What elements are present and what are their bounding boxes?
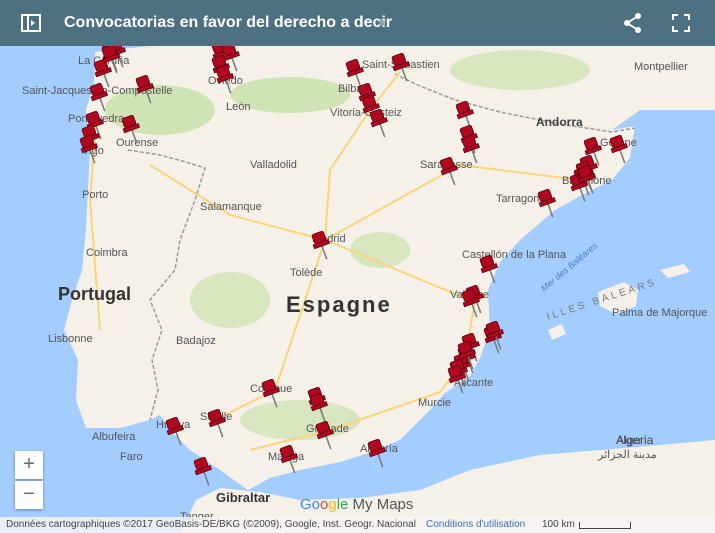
label-city: Faro — [120, 451, 143, 463]
share-icon[interactable] — [622, 12, 644, 34]
expand-sidebar-icon[interactable] — [20, 12, 42, 34]
label-city: Badajoz — [176, 335, 216, 347]
label-city: Porto — [82, 189, 108, 201]
label-city: Murcie — [418, 397, 451, 409]
label-andorra: Andorra — [536, 115, 583, 129]
label-city: Albufeira — [92, 431, 136, 443]
label-city: Tolède — [290, 267, 322, 279]
label-city: León — [226, 101, 250, 113]
label-city: Valladolid — [250, 159, 297, 171]
label-country-spain: Espagne — [286, 292, 392, 317]
map-canvas[interactable]: Portugal Espagne Andorra Algeria ILLES B… — [0, 0, 715, 533]
fullscreen-icon[interactable] — [670, 12, 692, 34]
logo-part: g — [328, 496, 337, 513]
logo-part: Go — [300, 496, 321, 513]
scale-bar — [579, 522, 631, 529]
label-city: Salamanque — [200, 201, 262, 213]
terms-link[interactable]: Conditions d'utilisation — [426, 519, 525, 530]
label-city: مدينة الجزائر — [597, 449, 657, 461]
map-title: Convocatorias en favor del derecho a dec… — [64, 14, 393, 31]
label-city: Castellón de la Plana — [462, 249, 567, 261]
scale-label: 100 km — [542, 519, 575, 530]
google-my-maps-logo: Google My Maps — [300, 496, 413, 513]
logo-part: My Maps — [348, 496, 414, 513]
zoom-out-button[interactable]: − — [15, 481, 43, 509]
label-city: Lisbonne — [48, 333, 93, 345]
green-area — [190, 272, 270, 328]
label-country-portugal: Portugal — [58, 284, 131, 304]
label-city: Alger — [616, 435, 642, 447]
map-header: Convocatorias en favor del derecho a dec… — [0, 0, 715, 46]
star-icon[interactable]: ★ — [376, 14, 389, 31]
attribution-text: Données cartographiques ©2017 GeoBasis-D… — [6, 519, 416, 530]
green-area — [450, 50, 590, 90]
map-footer: Données cartographiques ©2017 GeoBasis-D… — [0, 517, 715, 533]
label-city: Gibraltar — [216, 490, 270, 505]
zoom-in-button[interactable]: + — [15, 451, 43, 479]
label-city: Palma de Majorque — [612, 307, 707, 319]
label-city: Coimbra — [86, 247, 128, 259]
label-city: Montpellier — [634, 61, 688, 73]
logo-part: le — [336, 496, 349, 513]
